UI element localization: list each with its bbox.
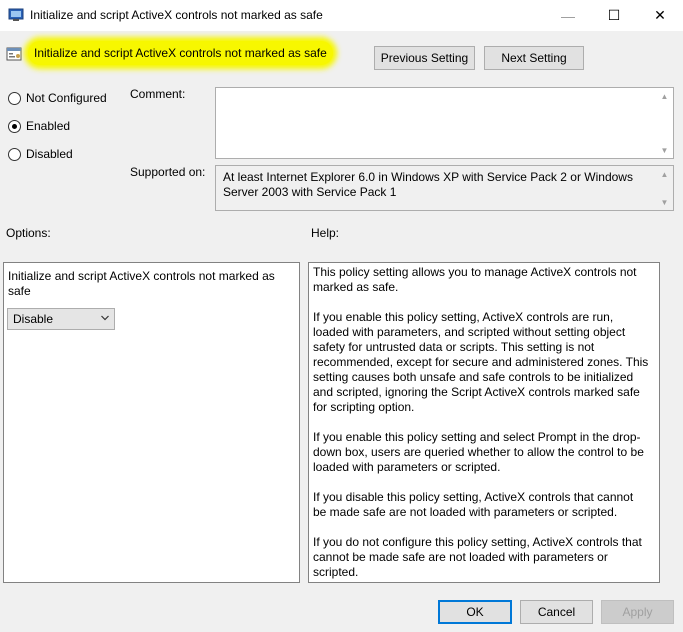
help-panel: This policy setting allows you to manage…: [308, 262, 660, 583]
supported-on-field: At least Internet Explorer 6.0 in Window…: [215, 165, 674, 211]
options-label: Options:: [6, 226, 51, 240]
radio-label: Disabled: [26, 147, 73, 161]
scroll-up-icon[interactable]: ▲: [656, 166, 673, 182]
help-paragraph: If you enable this policy setting, Activ…: [313, 310, 649, 414]
supported-scrollbar[interactable]: ▲ ▼: [656, 166, 673, 210]
scroll-down-icon[interactable]: ▼: [656, 194, 673, 210]
help-paragraph: If you disable this policy setting, Acti…: [313, 490, 634, 519]
cancel-button[interactable]: Cancel: [520, 600, 593, 624]
previous-setting-button[interactable]: Previous Setting: [374, 46, 475, 70]
help-paragraph: If you enable this policy setting and se…: [313, 430, 644, 474]
close-button[interactable]: ✕: [637, 0, 683, 31]
options-panel: Initialize and script ActiveX controls n…: [3, 262, 300, 583]
title-bar: Initialize and script ActiveX controls n…: [0, 0, 683, 31]
supported-on-label: Supported on:: [130, 165, 206, 179]
comment-scrollbar[interactable]: ▲ ▼: [656, 88, 673, 158]
policy-window-icon: [8, 8, 24, 21]
window-title: Initialize and script ActiveX controls n…: [30, 8, 323, 22]
maximize-button[interactable]: ☐: [591, 0, 637, 31]
next-setting-button[interactable]: Next Setting: [484, 46, 584, 70]
radio-label: Not Configured: [26, 91, 107, 105]
radio-not-configured[interactable]: Not Configured: [8, 91, 107, 105]
ok-button[interactable]: OK: [438, 600, 512, 624]
radio-label: Enabled: [26, 119, 71, 133]
policy-setting-icon: [6, 47, 22, 61]
scroll-down-icon[interactable]: ▼: [656, 142, 673, 158]
apply-button[interactable]: Apply: [601, 600, 674, 624]
minimize-button[interactable]: —: [545, 0, 591, 31]
radio-circle[interactable]: [8, 91, 21, 105]
policy-title: Initialize and script ActiveX controls n…: [28, 41, 333, 65]
comment-label: Comment:: [130, 87, 186, 101]
option-description: Initialize and script ActiveX controls n…: [8, 269, 275, 298]
radio-disabled[interactable]: Disabled: [8, 147, 73, 161]
radio-circle-selected[interactable]: [8, 119, 21, 133]
help-paragraph: This policy setting allows you to manage…: [313, 265, 637, 294]
chevron-down-icon: [101, 315, 109, 321]
supported-on-value: At least Internet Explorer 6.0 in Window…: [223, 170, 633, 199]
scroll-up-icon[interactable]: ▲: [656, 88, 673, 104]
option-dropdown[interactable]: Disable: [7, 308, 115, 330]
help-label: Help:: [311, 226, 340, 240]
dropdown-value: Disable: [13, 312, 54, 326]
radio-circle[interactable]: [8, 147, 21, 161]
comment-textarea[interactable]: ▲ ▼: [215, 87, 674, 159]
radio-enabled[interactable]: Enabled: [8, 119, 70, 133]
help-paragraph: If you do not configure this policy sett…: [313, 535, 642, 579]
